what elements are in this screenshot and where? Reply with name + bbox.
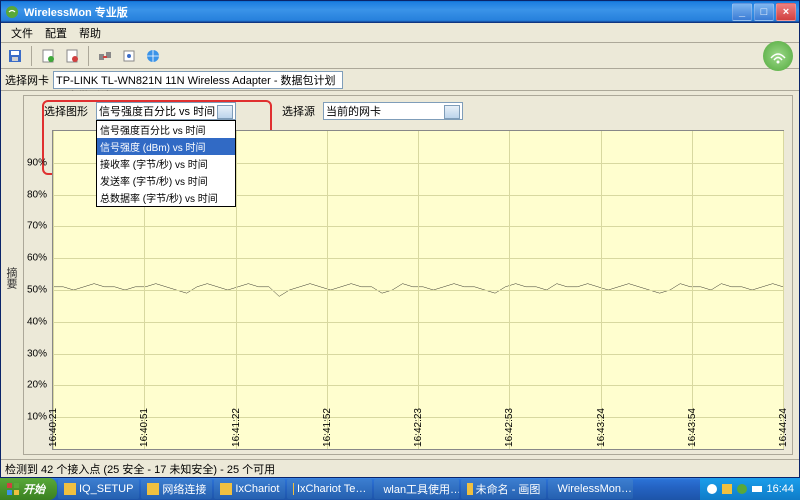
- taskbar-item[interactable]: WirelessMon…: [548, 479, 633, 499]
- menubar: 文件 配置 帮助: [1, 23, 799, 43]
- x-tick-label: 16:41:52: [322, 408, 333, 447]
- globe-icon[interactable]: [143, 46, 163, 66]
- statusbar: 检测到 42 个接入点 (25 安全 - 17 未知安全) - 25 个可用: [1, 459, 799, 477]
- source-select[interactable]: 当前的网卡: [323, 102, 463, 120]
- adapter-label: 选择网卡: [5, 72, 49, 88]
- dropdown-option[interactable]: 发送率 (字节/秒) vs 时间: [97, 172, 235, 189]
- chart-controls: 选择图形 信号强度百分比 vs 时间 选择源 当前的网卡 信号强度百分比 vs …: [24, 96, 792, 126]
- y-tick-label: 50%: [27, 285, 47, 296]
- close-button[interactable]: ×: [776, 3, 796, 21]
- taskbar-item[interactable]: 网络连接: [141, 479, 212, 499]
- tray-icon: [751, 483, 763, 495]
- main-area: 摘要 统计 图形 IP连接 选择图形 信号强度百分比 vs 时间 选择源 当前的…: [1, 91, 799, 459]
- titlebar[interactable]: WirelessMon 专业版 _ □ ×: [1, 1, 799, 23]
- chart-type-dropdown[interactable]: 信号强度百分比 vs 时间信号强度 (dBm) vs 时间接收率 (字节/秒) …: [96, 120, 236, 207]
- menu-file[interactable]: 文件: [5, 23, 39, 43]
- tray-icon: [721, 483, 733, 495]
- taskbar-item[interactable]: IQ_SETUP: [58, 479, 139, 499]
- log-stop-icon[interactable]: [62, 46, 82, 66]
- y-tick-label: 30%: [27, 348, 47, 359]
- side-tabs: 摘要 统计 图形 IP连接: [1, 91, 21, 459]
- source-label: 选择源: [282, 103, 315, 119]
- tray-icon: [736, 483, 748, 495]
- maximize-button[interactable]: □: [754, 3, 774, 21]
- taskbar-item[interactable]: 未命名 - 画图: [461, 479, 546, 499]
- dropdown-option[interactable]: 信号强度 (dBm) vs 时间: [97, 138, 235, 155]
- menu-config[interactable]: 配置: [39, 23, 73, 43]
- wifi-status-icon: [763, 41, 793, 71]
- x-tick-label: 16:40:51: [139, 408, 150, 447]
- tab-summary[interactable]: 摘要: [1, 263, 21, 293]
- log-start-icon[interactable]: [38, 46, 58, 66]
- taskbar-item[interactable]: wlan工具使用…: [374, 479, 459, 499]
- tray-icon: [706, 483, 718, 495]
- x-tick-label: 16:42:53: [504, 408, 515, 447]
- x-tick-label: 16:42:23: [413, 408, 424, 447]
- system-tray[interactable]: 16:44: [700, 478, 800, 500]
- y-tick-label: 60%: [27, 253, 47, 264]
- adapter-row: 选择网卡 TP-LINK TL-WN821N 11N Wireless Adap…: [1, 69, 799, 91]
- y-tick-label: 40%: [27, 316, 47, 327]
- toolbar: [1, 43, 799, 69]
- app-icon: [4, 4, 20, 20]
- menu-help[interactable]: 帮助: [73, 23, 107, 43]
- dropdown-option[interactable]: 总数据率 (字节/秒) vs 时间: [97, 189, 235, 206]
- chart-type-select[interactable]: 信号强度百分比 vs 时间: [96, 102, 236, 120]
- taskbar-item[interactable]: IxChariot Te…: [287, 479, 372, 499]
- x-tick-label: 16:43:24: [596, 408, 607, 447]
- adapter-select[interactable]: TP-LINK TL-WN821N 11N Wireless Adapter -…: [53, 71, 343, 89]
- y-tick-label: 70%: [27, 221, 47, 232]
- chart-type-label: 选择图形: [44, 103, 88, 119]
- start-button[interactable]: 开始: [0, 478, 57, 500]
- taskbar: 开始 IQ_SETUP网络连接IxChariotIxChariot Te…wla…: [0, 478, 800, 500]
- status-text: 检测到 42 个接入点 (25 安全 - 17 未知安全) - 25 个可用: [5, 461, 275, 477]
- x-tick-label: 16:43:54: [687, 408, 698, 447]
- y-tick-label: 90%: [27, 157, 47, 168]
- titlebar-title: WirelessMon 专业版: [24, 4, 732, 20]
- y-tick-label: 20%: [27, 380, 47, 391]
- y-tick-label: 80%: [27, 189, 47, 200]
- chart-container: 选择图形 信号强度百分比 vs 时间 选择源 当前的网卡 信号强度百分比 vs …: [23, 95, 793, 455]
- minimize-button[interactable]: _: [732, 3, 752, 21]
- dropdown-option[interactable]: 信号强度百分比 vs 时间: [97, 121, 235, 138]
- clock: 16:44: [766, 483, 794, 495]
- x-tick-label: 16:44:24: [778, 408, 789, 447]
- app-window: WirelessMon 专业版 _ □ × 文件 配置 帮助 选择网卡 TP-L…: [0, 0, 800, 478]
- x-tick-label: 16:41:22: [231, 408, 242, 447]
- taskbar-item[interactable]: IxChariot: [214, 479, 285, 499]
- y-tick-label: 10%: [27, 412, 47, 423]
- save-icon[interactable]: [5, 46, 25, 66]
- config-icon[interactable]: [119, 46, 139, 66]
- connect-icon[interactable]: [95, 46, 115, 66]
- dropdown-option[interactable]: 接收率 (字节/秒) vs 时间: [97, 155, 235, 172]
- x-tick-label: 16:40:21: [48, 408, 59, 447]
- windows-logo-icon: [6, 482, 20, 496]
